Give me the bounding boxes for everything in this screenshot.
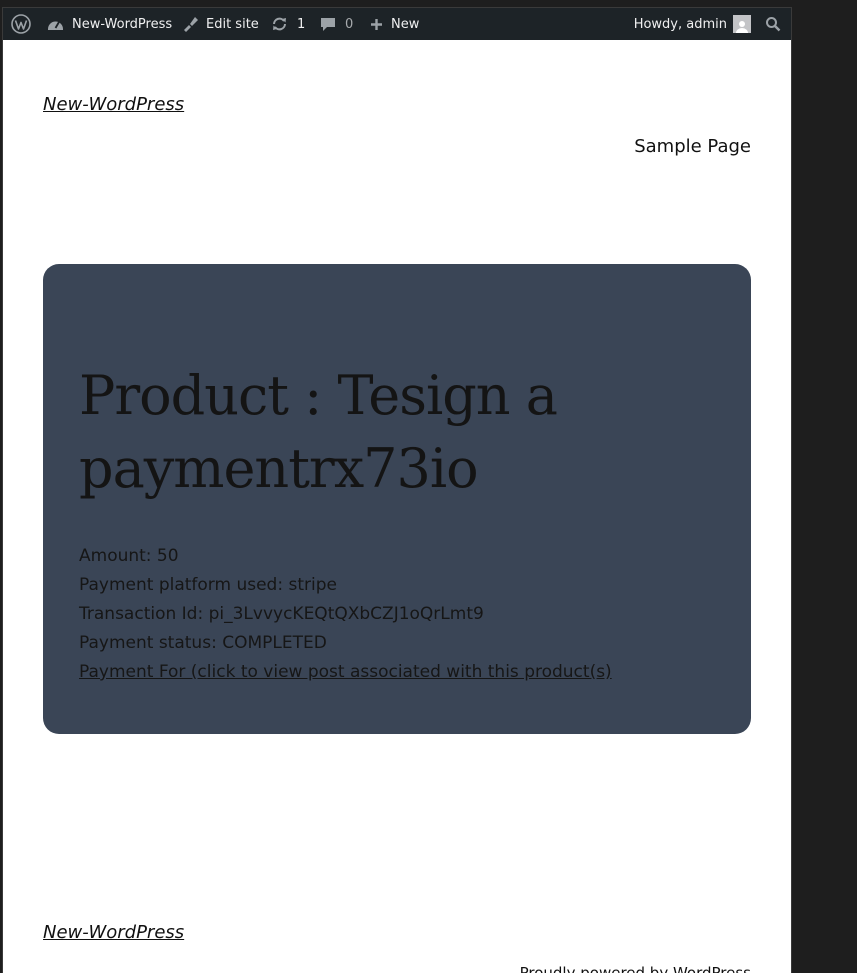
wp-logo-menu[interactable] — [11, 8, 33, 40]
avatar — [733, 15, 751, 33]
comments-button[interactable]: 0 — [320, 8, 353, 40]
site-name-menu[interactable]: New-WordPress — [47, 8, 172, 40]
new-content-button[interactable]: New — [370, 8, 419, 40]
payment-details: Amount: 50 Payment platform used: stripe… — [79, 542, 612, 687]
my-account-menu[interactable]: Howdy, admin — [634, 8, 751, 40]
edit-site-button[interactable]: Edit site — [181, 8, 259, 40]
updates-count: 1 — [297, 16, 306, 32]
howdy-label: Howdy, admin — [633, 16, 727, 32]
site-title-link[interactable]: New-WordPress — [43, 94, 184, 115]
payment-card: Product : Tesign a paymentrx73io Amount:… — [43, 264, 751, 734]
edit-site-label: Edit site — [206, 16, 259, 32]
transaction-id-text: Transaction Id: pi_3LvvycKEQtQXbCZJ1oQrL… — [79, 604, 484, 624]
updates-button[interactable]: 1 — [271, 8, 305, 40]
admin-bar: New-WordPress Edit site 1 0 New Howdy, a… — [3, 8, 791, 40]
wordpress-icon — [11, 14, 31, 34]
dashboard-icon — [47, 17, 64, 32]
search-icon — [765, 16, 781, 32]
browser-viewport: New-WordPress Edit site 1 0 New Howdy, a… — [3, 8, 791, 973]
refresh-icon — [271, 17, 288, 31]
search-button[interactable] — [763, 8, 783, 40]
comments-count: 0 — [345, 16, 354, 32]
site-name-label: New-WordPress — [72, 16, 173, 32]
footer-credit: Proudly powered by WordPress — [519, 964, 751, 973]
product-title: Product : Tesign a paymentrx73io — [79, 364, 558, 500]
plus-icon — [370, 18, 383, 31]
paintbrush-icon — [181, 15, 199, 33]
payment-for-link[interactable]: Payment For (click to view post associat… — [79, 662, 612, 682]
amount-text: Amount: 50 — [79, 546, 179, 566]
payment-status-text: Payment status: COMPLETED — [79, 633, 327, 653]
nav-sample-page[interactable]: Sample Page — [634, 136, 751, 157]
new-label: New — [391, 16, 420, 32]
platform-text: Payment platform used: stripe — [79, 575, 337, 595]
comment-icon — [320, 16, 336, 32]
footer-site-title-link[interactable]: New-WordPress — [43, 922, 184, 943]
